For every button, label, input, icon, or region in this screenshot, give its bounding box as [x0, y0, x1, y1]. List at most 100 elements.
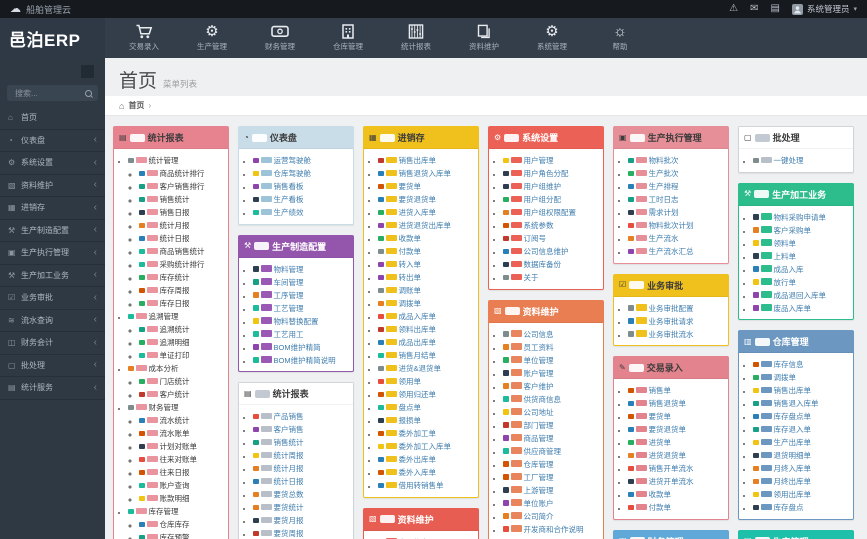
menu-item[interactable]: 统计周报 [253, 449, 353, 461]
menu-item[interactable]: 进货退货出库单 [378, 219, 478, 231]
menu-item[interactable]: 客户采购单 [753, 224, 853, 236]
menu-item[interactable]: 领料出库单 [378, 323, 478, 335]
menu-item[interactable]: 仓库管理 [503, 458, 603, 470]
nav-item-7[interactable]: ⚙系统管理 [535, 23, 569, 52]
menu-item[interactable]: 委外入库单 [378, 466, 478, 478]
menu-item[interactable]: 账户管理 [503, 367, 603, 379]
menu-item[interactable]: 商品信息 [378, 536, 478, 539]
menu-item[interactable]: 要货月报 [253, 514, 353, 526]
menu-item[interactable]: 销售出库单 [753, 384, 853, 396]
search-icon[interactable] [85, 90, 92, 97]
menu-item[interactable]: 追溯统计 [139, 323, 228, 335]
menu-item[interactable]: 物料批次计划 [628, 219, 728, 231]
mail-icon[interactable]: ✉ [750, 4, 758, 14]
menu-item[interactable]: 员工资料 [503, 341, 603, 353]
menu-item[interactable]: 领用单 [378, 375, 478, 387]
nav-item-5[interactable]: 统计报表 [399, 23, 433, 52]
sidebar-toggle[interactable] [81, 65, 94, 78]
menu-item[interactable]: 销售日报 [139, 206, 228, 218]
menu-item[interactable]: 用户组分配 [503, 193, 603, 205]
menu-item[interactable]: 追溯明细 [139, 336, 228, 348]
tasks-icon[interactable]: ▤ [771, 4, 780, 14]
menu-item[interactable]: 生产绩效 [253, 206, 353, 218]
menu-item[interactable]: 成品入库单 [378, 310, 478, 322]
menu-item[interactable]: 成品退回入库单 [753, 289, 853, 301]
menu-item[interactable]: 工艺管理 [253, 302, 353, 314]
sidebar-item-10[interactable]: ≋流水查询‹ [0, 310, 105, 333]
breadcrumb-home-link[interactable]: 首页 [128, 100, 144, 111]
menu-item[interactable]: 生产流水汇总 [628, 245, 728, 257]
menu-item[interactable]: 生产排程 [628, 180, 728, 192]
menu-item[interactable]: 转入单 [378, 258, 478, 270]
menu-item[interactable]: 公司简介 [503, 510, 603, 522]
menu-item[interactable]: 付款单 [628, 501, 728, 513]
menu-item[interactable]: 生产出库单 [753, 436, 853, 448]
menu-item[interactable]: 物料采购申请单 [753, 211, 853, 223]
menu-item[interactable]: 进货&退货单 [378, 362, 478, 374]
menu-item[interactable]: 要货总数 [253, 488, 353, 500]
menu-item[interactable]: 往来对账单 [139, 453, 228, 465]
menu-item[interactable]: 库存预警 [139, 531, 228, 539]
menu-item[interactable]: 上游管理 [503, 484, 603, 496]
menu-item[interactable]: 工时日志 [628, 193, 728, 205]
menu-item[interactable]: 业务审批请求 [628, 315, 728, 327]
menu-item[interactable]: BOM维护精简 [253, 341, 353, 353]
menu-item[interactable]: 生产流水 [628, 232, 728, 244]
menu-item[interactable]: 数据库备份 [503, 258, 603, 270]
menu-item[interactable]: 库存盘点单 [753, 410, 853, 422]
sidebar-item-5[interactable]: ▦进销存‹ [0, 197, 105, 220]
menu-item[interactable]: 计划对账单 [139, 440, 228, 452]
menu-item[interactable]: 门店统计 [139, 375, 228, 387]
menu-item[interactable]: 借用转销售单 [378, 479, 478, 491]
menu-item[interactable]: 用户管理 [503, 154, 603, 166]
sidebar-item-6[interactable]: ⚒生产制造配置‹ [0, 220, 105, 243]
menu-item[interactable]: 委外加工单 [378, 427, 478, 439]
menu-item[interactable]: 商品管理 [503, 432, 603, 444]
menu-item[interactable]: 单证打印 [139, 349, 228, 361]
menu-item[interactable]: 收款单 [628, 488, 728, 500]
menu-item[interactable]: 库存周报 [139, 284, 228, 296]
menu-item[interactable]: 供货商信息 [503, 393, 603, 405]
menu-item[interactable]: 上料单 [753, 250, 853, 262]
sidebar-item-11[interactable]: ◫财务会计‹ [0, 332, 105, 355]
menu-item[interactable]: 账户查询 [139, 479, 228, 491]
search-input[interactable] [13, 88, 85, 99]
alert-icon[interactable]: ⚠ [729, 4, 738, 14]
user-menu[interactable]: 系统管理员 ▾ [792, 3, 857, 15]
menu-item[interactable]: 用户组维护 [503, 180, 603, 192]
menu-item[interactable]: 公司信息 [503, 328, 603, 340]
menu-item[interactable]: 盘点单 [378, 401, 478, 413]
sidebar-item-4[interactable]: ▧资料维护‹ [0, 175, 105, 198]
menu-item[interactable]: 进货退货单 [628, 449, 728, 461]
menu-item[interactable]: 销售退货入库单 [378, 167, 478, 179]
menu-item[interactable]: 统计日报 [139, 232, 228, 244]
menu-item[interactable]: 成品出库单 [378, 336, 478, 348]
sidebar-item-13[interactable]: ▤统计服务‹ [0, 377, 105, 400]
nav-item-2[interactable]: ⚙生产管理 [195, 23, 229, 52]
menu-item[interactable]: 供应商管理 [503, 445, 603, 457]
sidebar-item-12[interactable]: ▢批处理‹ [0, 355, 105, 378]
menu-item[interactable]: 工序管理 [253, 289, 353, 301]
menu-item[interactable]: 产品销售 [253, 410, 353, 422]
menu-item[interactable]: 一键处理 [753, 154, 853, 166]
menu-item[interactable]: 部门管理 [503, 419, 603, 431]
menu-item[interactable]: 库存日报 [139, 297, 228, 309]
sidebar-item-9[interactable]: ☑业务审批‹ [0, 287, 105, 310]
menu-item[interactable]: 统计日报 [253, 475, 353, 487]
menu-item[interactable]: 生产批次 [628, 167, 728, 179]
menu-item[interactable]: 客户销售排行 [139, 180, 228, 192]
menu-item[interactable]: 账款明细 [139, 492, 228, 504]
menu-item[interactable]: 销售统计 [139, 193, 228, 205]
menu-item[interactable]: 物料替换配置 [253, 315, 353, 327]
menu-item[interactable]: 领用归还单 [378, 388, 478, 400]
menu-item[interactable]: 关于 [503, 271, 603, 283]
menu-item[interactable]: 用户角色分配 [503, 167, 603, 179]
sidebar-item-8[interactable]: ⚒生产加工业务‹ [0, 265, 105, 288]
menu-item[interactable]: 业务审批流水 [628, 328, 728, 340]
menu-item[interactable]: 客户销售 [253, 423, 353, 435]
menu-item[interactable]: 要货退货单 [378, 193, 478, 205]
menu-item[interactable]: 系统参数 [503, 219, 603, 231]
menu-item[interactable]: 销售月结单 [378, 349, 478, 361]
menu-item[interactable]: 流水账单 [139, 427, 228, 439]
menu-item[interactable]: 物料管理 [253, 263, 353, 275]
